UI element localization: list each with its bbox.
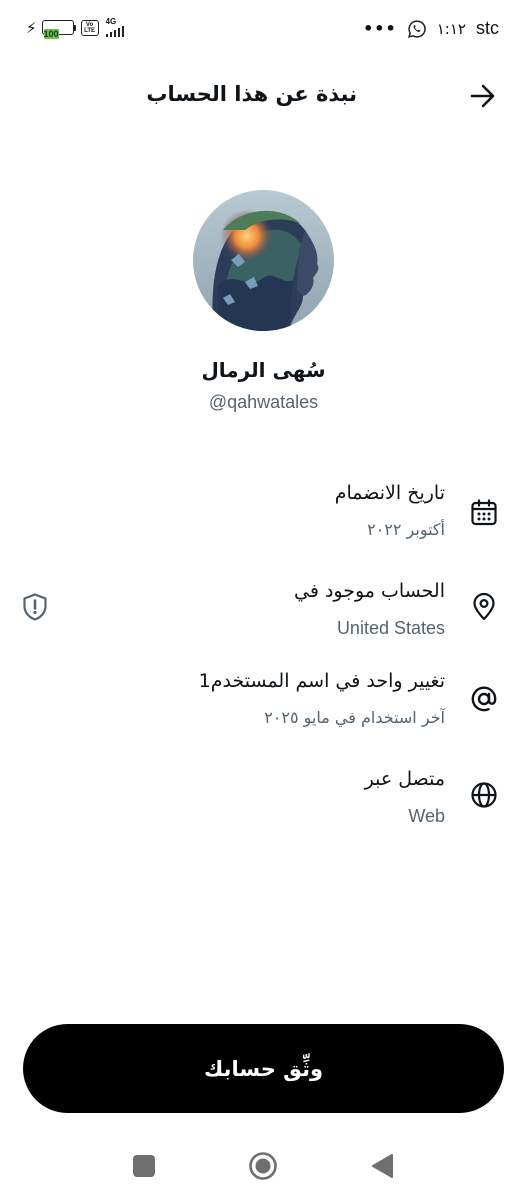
calendar-icon bbox=[471, 499, 497, 526]
battery-level: 100 bbox=[43, 29, 59, 39]
info-row-username-changes: تغيير واحد في اسم المستخدم1 آخر استخدام … bbox=[0, 670, 527, 750]
avatar[interactable] bbox=[193, 190, 334, 331]
back-arrow-icon[interactable] bbox=[469, 82, 497, 110]
status-time: ١:١٢ bbox=[436, 19, 466, 38]
row-subtitle: United States bbox=[336, 618, 445, 638]
whatsapp-icon bbox=[407, 19, 426, 38]
header: نبذة عن هذا الحساب bbox=[0, 72, 527, 122]
network-type: 4G bbox=[105, 17, 117, 26]
volte-icon: Vo LTE bbox=[80, 19, 99, 36]
globe-icon bbox=[471, 782, 497, 808]
battery-icon: 100 bbox=[41, 20, 76, 39]
row-title: تاريخ الانضمام bbox=[334, 482, 445, 504]
network-indicator: 4G bbox=[105, 17, 125, 37]
verify-account-button[interactable]: وثِّق حسابك bbox=[23, 1024, 504, 1113]
page-title: نبذة عن هذا الحساب bbox=[146, 82, 357, 106]
username: @qahwatales bbox=[208, 392, 319, 412]
status-icons-right: ••• ١:١٢ stc bbox=[363, 18, 499, 39]
status-icons-left: ⚡ 100 Vo LTE 4G bbox=[26, 17, 125, 39]
carrier-name: stc bbox=[475, 18, 499, 38]
row-subtitle: آخر استخدام في مايو ٢٠٢٥ bbox=[264, 708, 445, 727]
home-circle-icon[interactable] bbox=[248, 1151, 278, 1181]
recents-square-icon[interactable] bbox=[133, 1155, 155, 1177]
row-subtitle: Web bbox=[408, 806, 445, 826]
info-row-join-date: تاريخ الانضمام أكتوبر ٢٠٢٢ bbox=[0, 482, 527, 562]
row-subtitle: أكتوبر ٢٠٢٢ bbox=[367, 520, 445, 539]
info-row-location: الحساب موجود في United States bbox=[0, 580, 527, 660]
status-bar: ⚡ 100 Vo LTE 4G ••• ١:١٢ stc bbox=[0, 0, 527, 58]
signal-bars-icon bbox=[105, 26, 125, 37]
location-pin-icon bbox=[473, 592, 495, 621]
back-triangle-icon[interactable] bbox=[370, 1152, 394, 1180]
row-title: تغيير واحد في اسم المستخدم1 bbox=[198, 670, 445, 692]
shield-info-icon[interactable] bbox=[21, 592, 49, 622]
at-sign-icon bbox=[471, 686, 497, 712]
display-name: سُهى الرمال bbox=[201, 358, 326, 382]
info-row-connected-via: متصل عبر Web bbox=[0, 768, 527, 848]
more-notifications-icon: ••• bbox=[363, 18, 397, 38]
row-title: الحساب موجود في bbox=[294, 580, 445, 602]
system-nav-bar bbox=[0, 1135, 527, 1200]
row-title: متصل عبر bbox=[364, 768, 445, 790]
charging-icon: ⚡ bbox=[26, 18, 37, 37]
